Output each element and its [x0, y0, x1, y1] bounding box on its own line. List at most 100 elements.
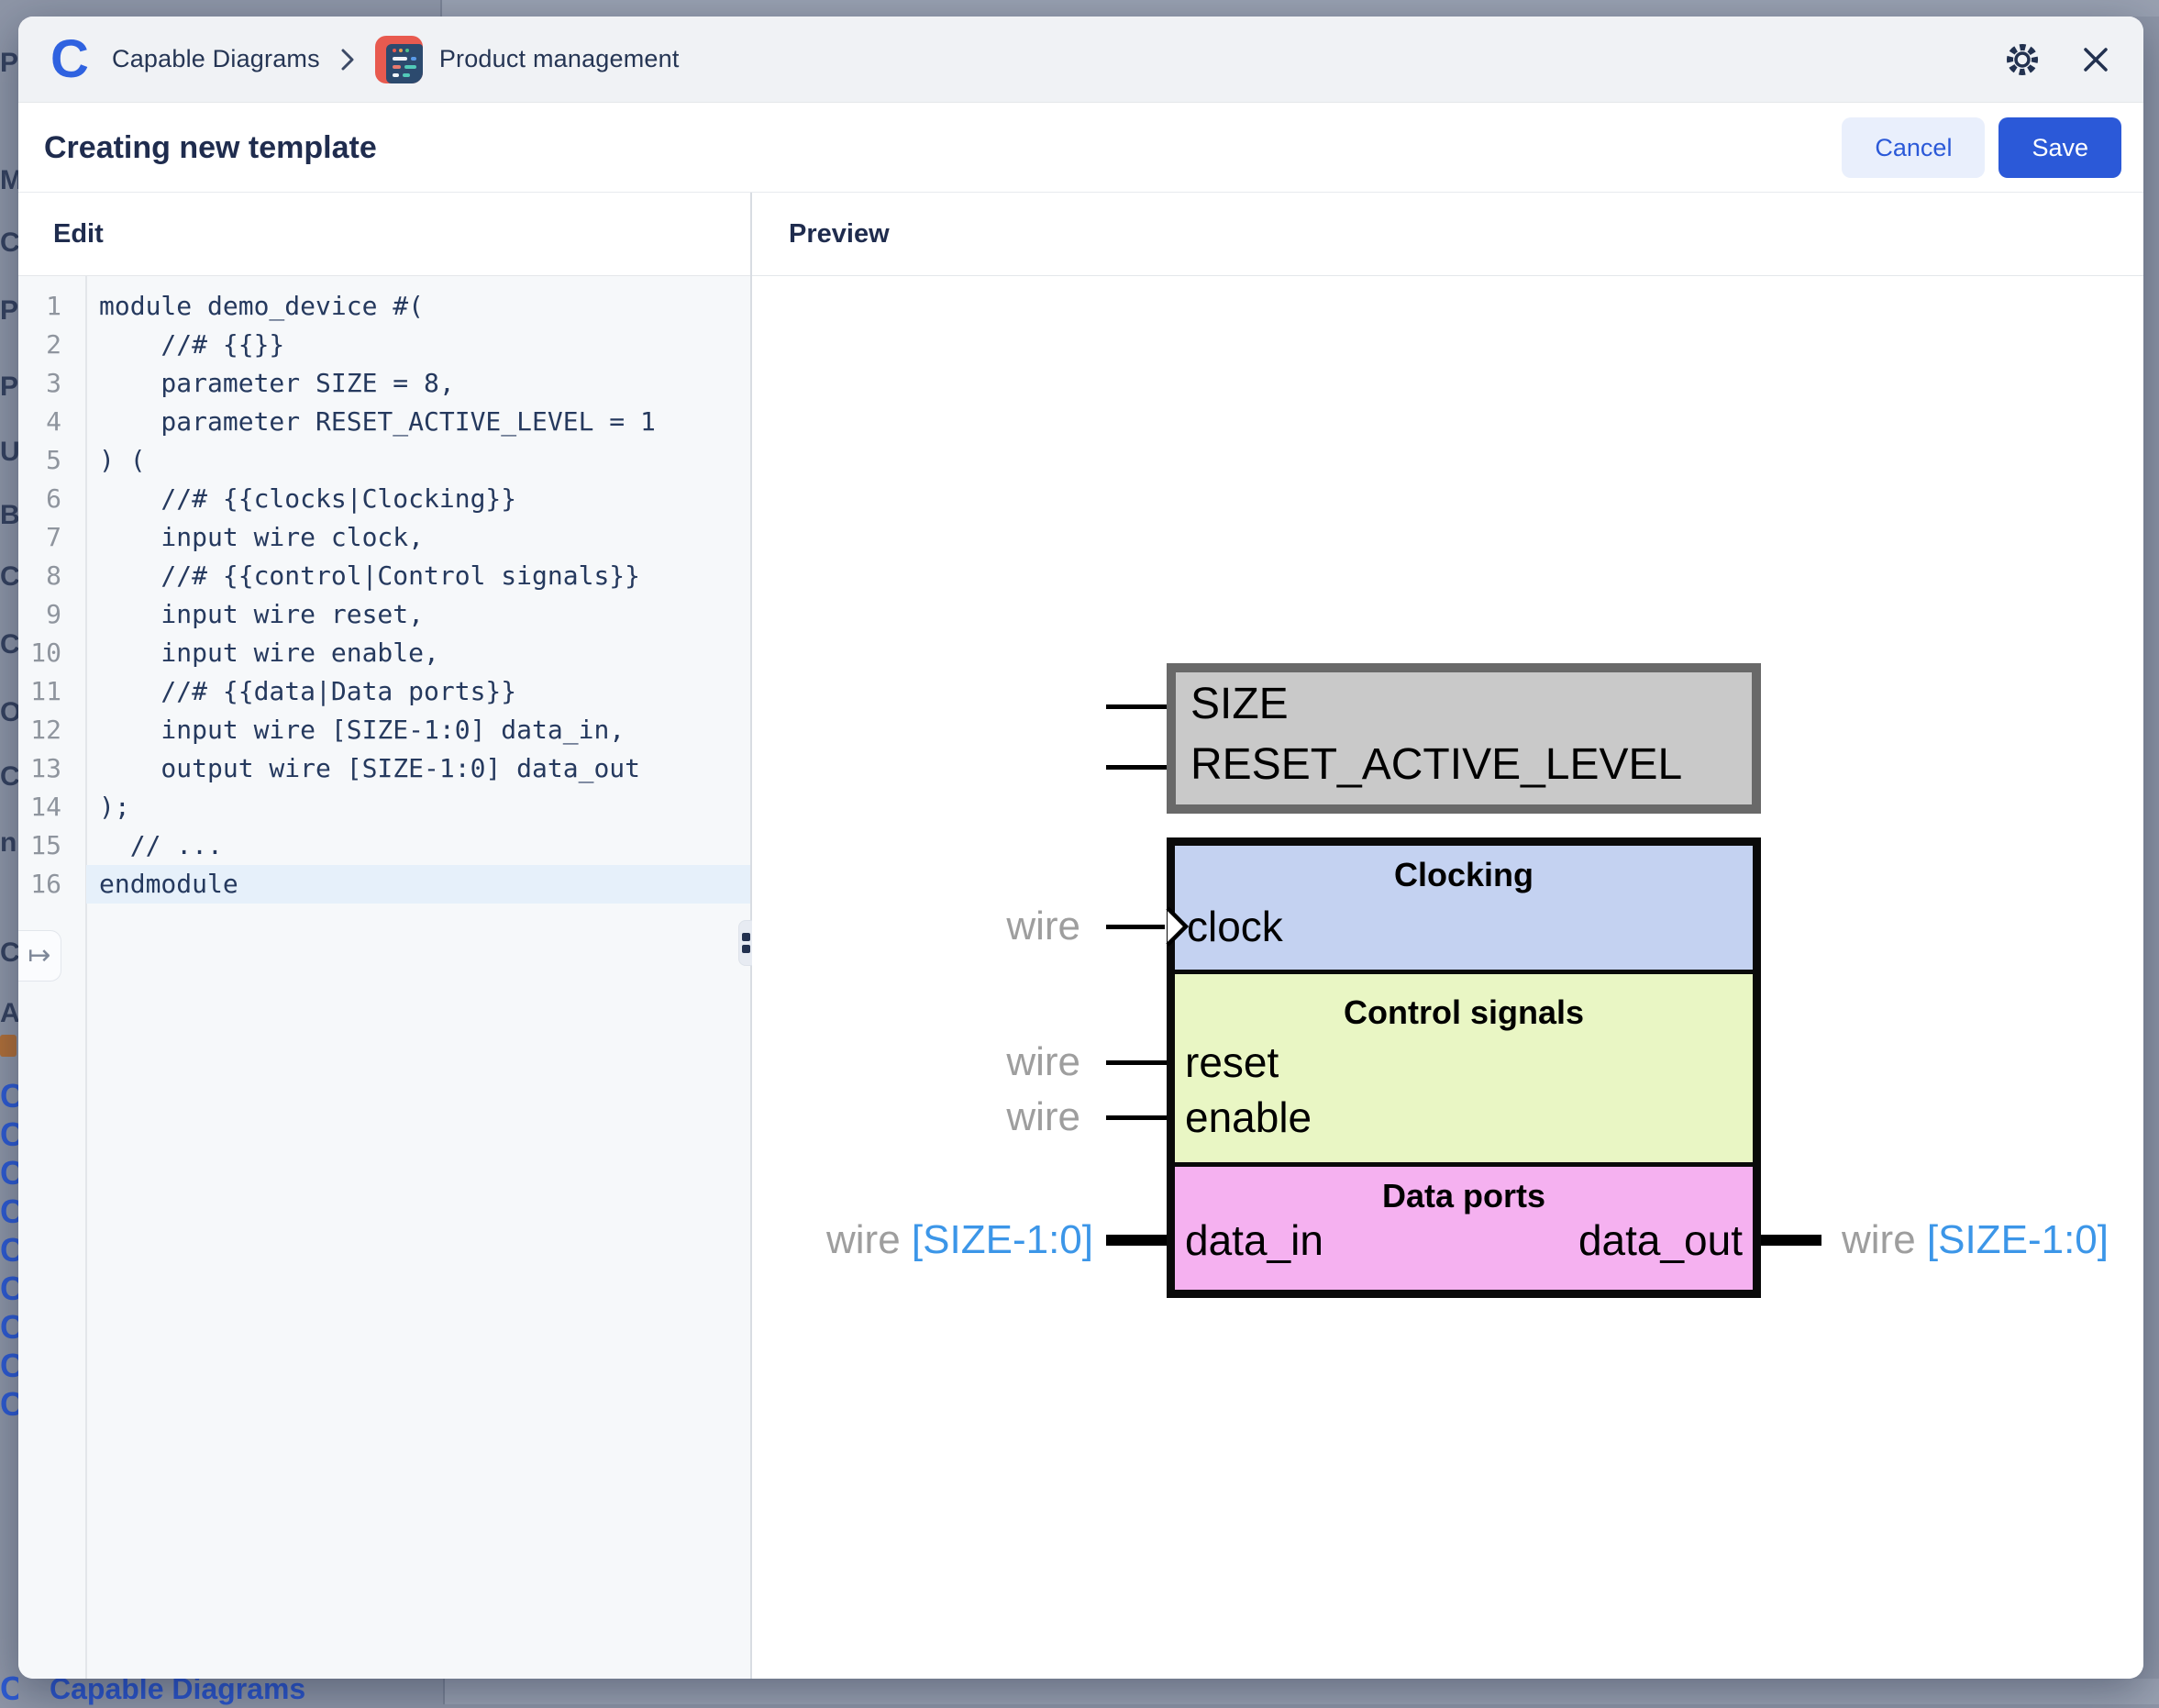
code-editor[interactable]: 12345678910111213141516 module demo_devi…	[18, 276, 750, 1679]
app-logo[interactable]: C	[44, 34, 95, 85]
background-letter: Ca	[0, 629, 18, 660]
background-letter: n	[0, 827, 18, 859]
background-top-divider	[440, 0, 444, 17]
background-upload-icon	[0, 1035, 17, 1057]
line-number: 4	[18, 403, 61, 441]
line-number: 3	[18, 364, 61, 403]
line-number: 9	[18, 595, 61, 634]
background-letter: AF	[0, 998, 18, 1029]
close-icon[interactable]	[2076, 39, 2116, 80]
background-letter: Ou	[0, 697, 18, 728]
code-line[interactable]: input wire clock,	[86, 518, 750, 557]
line-number: 7	[18, 518, 61, 557]
line-number: 15	[18, 826, 61, 865]
code-line[interactable]: input wire enable,	[86, 634, 750, 672]
line-number-gutter: 12345678910111213141516	[18, 287, 61, 904]
port-reset: reset	[1185, 1041, 1279, 1083]
project-icon	[375, 36, 423, 83]
code-line[interactable]: input wire [SIZE-1:0] data_in,	[86, 711, 750, 749]
background-logo: C	[0, 1669, 18, 1708]
section-title-clocking: Clocking	[1167, 855, 1761, 895]
code-line[interactable]: parameter SIZE = 8,	[86, 364, 750, 403]
line-number: 6	[18, 480, 61, 518]
background-logo: C	[0, 1233, 18, 1268]
background-letter: Pr	[0, 295, 18, 327]
cancel-button[interactable]: Cancel	[1842, 117, 1985, 178]
code-line[interactable]: //# {{control|Control signals}}	[86, 557, 750, 595]
code-lines[interactable]: module demo_device #( //# {{}} parameter…	[99, 287, 750, 904]
section-title-data: Data ports	[1167, 1176, 1761, 1216]
background-logo: C	[0, 1117, 18, 1152]
line-number: 16	[18, 865, 61, 904]
param-stub-size	[1106, 704, 1167, 709]
background-letter: Cr	[0, 937, 18, 969]
background-logo: C	[0, 1348, 18, 1383]
code-line[interactable]: ) (	[86, 441, 750, 480]
page-title: Creating new template	[44, 130, 1842, 166]
code-line[interactable]: //# {{}}	[86, 326, 750, 364]
wire-keyword: wire	[1842, 1217, 1916, 1262]
title-bar: Creating new template Cancel Save	[18, 104, 2143, 193]
background-letter: Cl	[0, 761, 18, 793]
project-icon-window	[386, 44, 423, 83]
parameter-label: RESET_ACTIVE_LEVEL	[1190, 735, 1752, 795]
background-letter: Cl	[0, 227, 18, 259]
background-letter: Pr	[0, 48, 18, 79]
wire-keyword: wire	[826, 1217, 901, 1262]
section-title-control: Control signals	[1167, 993, 1761, 1033]
code-line[interactable]: endmodule	[86, 865, 750, 904]
background-bottom-panel	[444, 1679, 2159, 1704]
background-bottom-divider	[443, 1679, 445, 1704]
background-logo: C	[0, 1194, 18, 1229]
template-editor-modal: C Capable Diagrams Product management	[18, 17, 2143, 1679]
code-line[interactable]: input wire reset,	[86, 595, 750, 634]
panel-headers: Edit Preview	[18, 193, 2143, 276]
code-line[interactable]: parameter RESET_ACTIVE_LEVEL = 1	[86, 403, 750, 441]
code-line[interactable]: // ...	[86, 826, 750, 865]
wire-type-label-clock: wire	[752, 905, 1080, 948]
background-logo: C	[0, 1271, 18, 1306]
line-number: 12	[18, 711, 61, 749]
line-number: 11	[18, 672, 61, 711]
bus-range-label: [SIZE-1:0]	[1927, 1217, 2109, 1262]
bus-stub-data-out	[1761, 1235, 1821, 1246]
wire-stub-enable	[1106, 1115, 1167, 1120]
background-letter: Ul	[0, 437, 18, 468]
breadcrumb-chevron-icon	[340, 47, 355, 72]
code-line[interactable]: //# {{data|Data ports}}	[86, 672, 750, 711]
preview-panel-label: Preview	[789, 193, 890, 275]
wire-type-label-data-out: wire [SIZE-1:0]	[1842, 1219, 2109, 1261]
background-top-panel	[441, 0, 2159, 17]
line-number: 2	[18, 326, 61, 364]
parameter-box: SIZE RESET_ACTIVE_LEVEL	[1167, 663, 1761, 814]
port-enable: enable	[1185, 1096, 1312, 1138]
wire-type-label-enable: wire	[752, 1096, 1080, 1138]
settings-gear-icon[interactable]	[2002, 39, 2043, 80]
param-stub-reset-active-level	[1106, 765, 1167, 770]
port-clock: clock	[1187, 905, 1283, 948]
line-number: 13	[18, 749, 61, 788]
wire-type-label-reset: wire	[752, 1041, 1080, 1083]
clock-input-marker-icon	[1165, 906, 1189, 947]
code-line[interactable]: output wire [SIZE-1:0] data_out	[86, 749, 750, 788]
port-data-out: data_out	[1167, 1219, 1743, 1261]
code-line[interactable]: module demo_device #(	[86, 287, 750, 326]
background-logo: C	[0, 1387, 18, 1422]
line-number: 8	[18, 557, 61, 595]
background-letter: Ca	[0, 561, 18, 593]
parameter-label: SIZE	[1190, 674, 1752, 735]
code-line[interactable]: );	[86, 788, 750, 826]
modal-header: C Capable Diagrams Product management	[18, 17, 2143, 103]
background-logo: C	[0, 1156, 18, 1191]
line-number: 1	[18, 287, 61, 326]
code-line[interactable]: //# {{clocks|Clocking}}	[86, 480, 750, 518]
background-logo: C	[0, 1310, 18, 1345]
bus-range-label: [SIZE-1:0]	[912, 1217, 1093, 1262]
diagram-preview[interactable]: SIZE RESET_ACTIVE_LEVEL Clocking Control…	[752, 276, 2143, 1679]
sidebar-expand-tab[interactable]: ↦	[18, 930, 61, 982]
background-letter: Pr	[0, 372, 18, 403]
breadcrumb-app-name[interactable]: Capable Diagrams	[112, 45, 320, 73]
save-button[interactable]: Save	[1998, 117, 2121, 178]
breadcrumb-project-name[interactable]: Product management	[439, 45, 680, 73]
bus-stub-data-in	[1106, 1235, 1167, 1246]
